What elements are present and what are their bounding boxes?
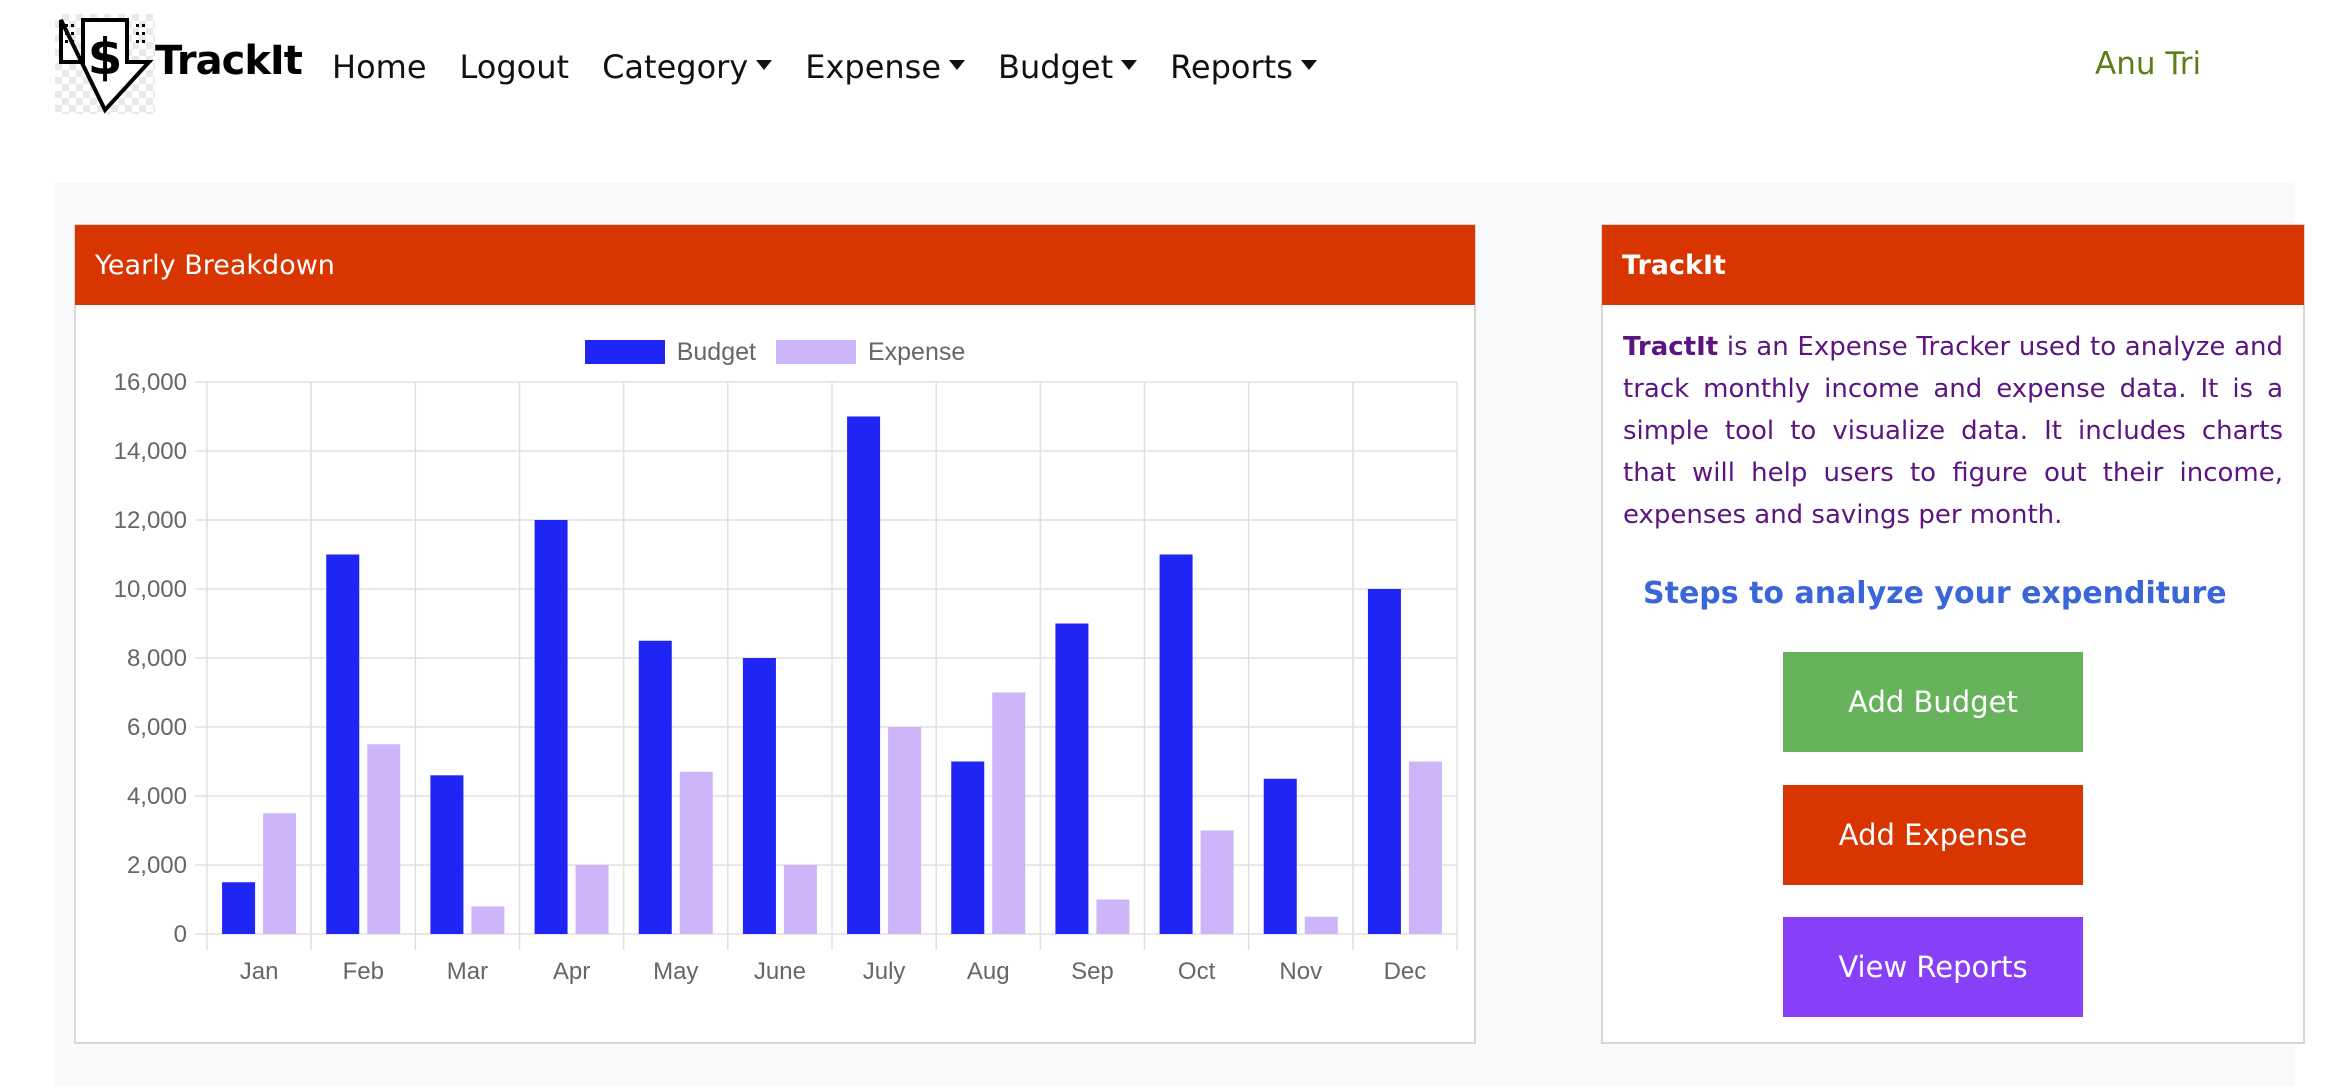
add-expense-button[interactable]: Add Expense	[1783, 785, 2083, 885]
bar-expense-jan	[263, 813, 297, 934]
trackit-info-card: TrackIt TractIt is an Expense Tracker us…	[1601, 224, 2305, 1044]
y-tick-label: 8,000	[127, 645, 187, 672]
x-tick-label: Feb	[343, 958, 384, 985]
y-tick-label: 0	[174, 921, 187, 948]
bar-budget-may	[638, 640, 672, 934]
yearly-breakdown-card: Yearly Breakdown Budget Expense 0 2,000 4,…	[74, 224, 1476, 1044]
top-navbar: $ TrackIt Home Logout Category Expense B…	[0, 0, 2335, 130]
caret-down-icon	[949, 60, 966, 70]
x-tick-label: July	[863, 958, 906, 985]
nav-item-label: Budget	[998, 48, 1114, 86]
x-tick-label: Dec	[1384, 958, 1427, 985]
bar-budget-aug	[951, 761, 985, 934]
bar-budget-jan	[222, 882, 256, 934]
nav-item-label: Expense	[805, 48, 942, 86]
bar-expense-july	[888, 727, 922, 934]
bar-expense-sep	[1096, 899, 1130, 934]
y-tick-label: 6,000	[127, 714, 187, 741]
nav-menu: Home Logout Category Expense Budget Repo…	[332, 42, 1350, 92]
x-tick-label: Nov	[1279, 958, 1322, 985]
caret-down-icon	[1121, 60, 1138, 70]
y-tick-label: 10,000	[114, 576, 187, 603]
info-description: TractIt is an Expense Tracker used to an…	[1623, 326, 2283, 536]
bar-budget-july	[847, 416, 881, 934]
bar-budget-nov	[1263, 778, 1297, 934]
view-reports-button[interactable]: View Reports	[1783, 917, 2083, 1017]
bar-expense-oct	[1200, 830, 1234, 934]
brand-name[interactable]: TrackIt	[155, 38, 303, 84]
dollar-down-arrow-icon[interactable]: $	[55, 14, 155, 114]
svg-text:$: $	[88, 28, 123, 86]
x-tick-label: May	[653, 958, 698, 985]
caret-down-icon	[756, 60, 773, 70]
x-tick-label: Apr	[553, 958, 590, 985]
nav-item-home[interactable]: Home	[332, 48, 427, 86]
info-card-title: TrackIt	[1622, 249, 1726, 281]
bar-budget-june	[742, 658, 776, 934]
steps-title: Steps to analyze your expenditure	[1643, 576, 2227, 611]
bar-expense-mar	[471, 906, 505, 934]
bar-expense-feb	[367, 744, 401, 934]
yearly-breakdown-chart: 0 2,000 4,000 6,000 8,000 10,000 12,000 14,000 1…	[114, 369, 1458, 985]
x-tick-label: Aug	[967, 958, 1010, 985]
bar-expense-may	[679, 771, 713, 934]
bar-budget-feb	[326, 554, 360, 934]
nav-item-label: Home	[332, 48, 427, 86]
info-intro-text: is an Expense Tracker used to analyze an…	[1623, 332, 2283, 530]
x-tick-label: Oct	[1178, 958, 1216, 985]
bar-budget-sep	[1055, 623, 1089, 934]
nav-item-label: Reports	[1170, 48, 1293, 86]
bar-expense-apr	[575, 865, 609, 934]
x-tick-label: Sep	[1071, 958, 1114, 985]
y-tick-label: 4,000	[127, 783, 187, 810]
add-budget-button[interactable]: Add Budget	[1783, 652, 2083, 752]
nav-item-category[interactable]: Category	[602, 48, 773, 86]
y-tick-label: 14,000	[114, 438, 187, 465]
x-tick-label: Mar	[447, 958, 488, 985]
info-card-header: TrackIt	[1602, 225, 2304, 305]
x-tick-label: Jan	[240, 958, 279, 985]
bar-budget-mar	[430, 775, 464, 934]
caret-down-icon	[1300, 60, 1317, 70]
nav-item-budget[interactable]: Budget	[998, 48, 1138, 86]
x-tick-label: June	[754, 958, 806, 985]
info-intro-bold: TractIt	[1623, 332, 1719, 362]
bar-budget-oct	[1159, 554, 1193, 934]
nav-item-label: Logout	[459, 48, 570, 86]
nav-item-label: Category	[602, 48, 749, 86]
bar-budget-dec	[1367, 589, 1401, 934]
nav-item-reports[interactable]: Reports	[1170, 48, 1317, 86]
nav-item-logout[interactable]: Logout	[460, 48, 570, 86]
nav-item-expense[interactable]: Expense	[805, 48, 966, 86]
bar-expense-dec	[1408, 761, 1442, 934]
user-name[interactable]: Anu Tri	[2095, 46, 2201, 82]
bar-budget-apr	[534, 520, 568, 934]
bar-expense-june	[783, 865, 817, 934]
y-tick-label: 2,000	[127, 852, 187, 879]
y-tick-label: 12,000	[114, 507, 187, 534]
bar-expense-nov	[1304, 916, 1338, 934]
bar-expense-aug	[992, 692, 1026, 934]
y-tick-label: 16,000	[114, 369, 187, 396]
